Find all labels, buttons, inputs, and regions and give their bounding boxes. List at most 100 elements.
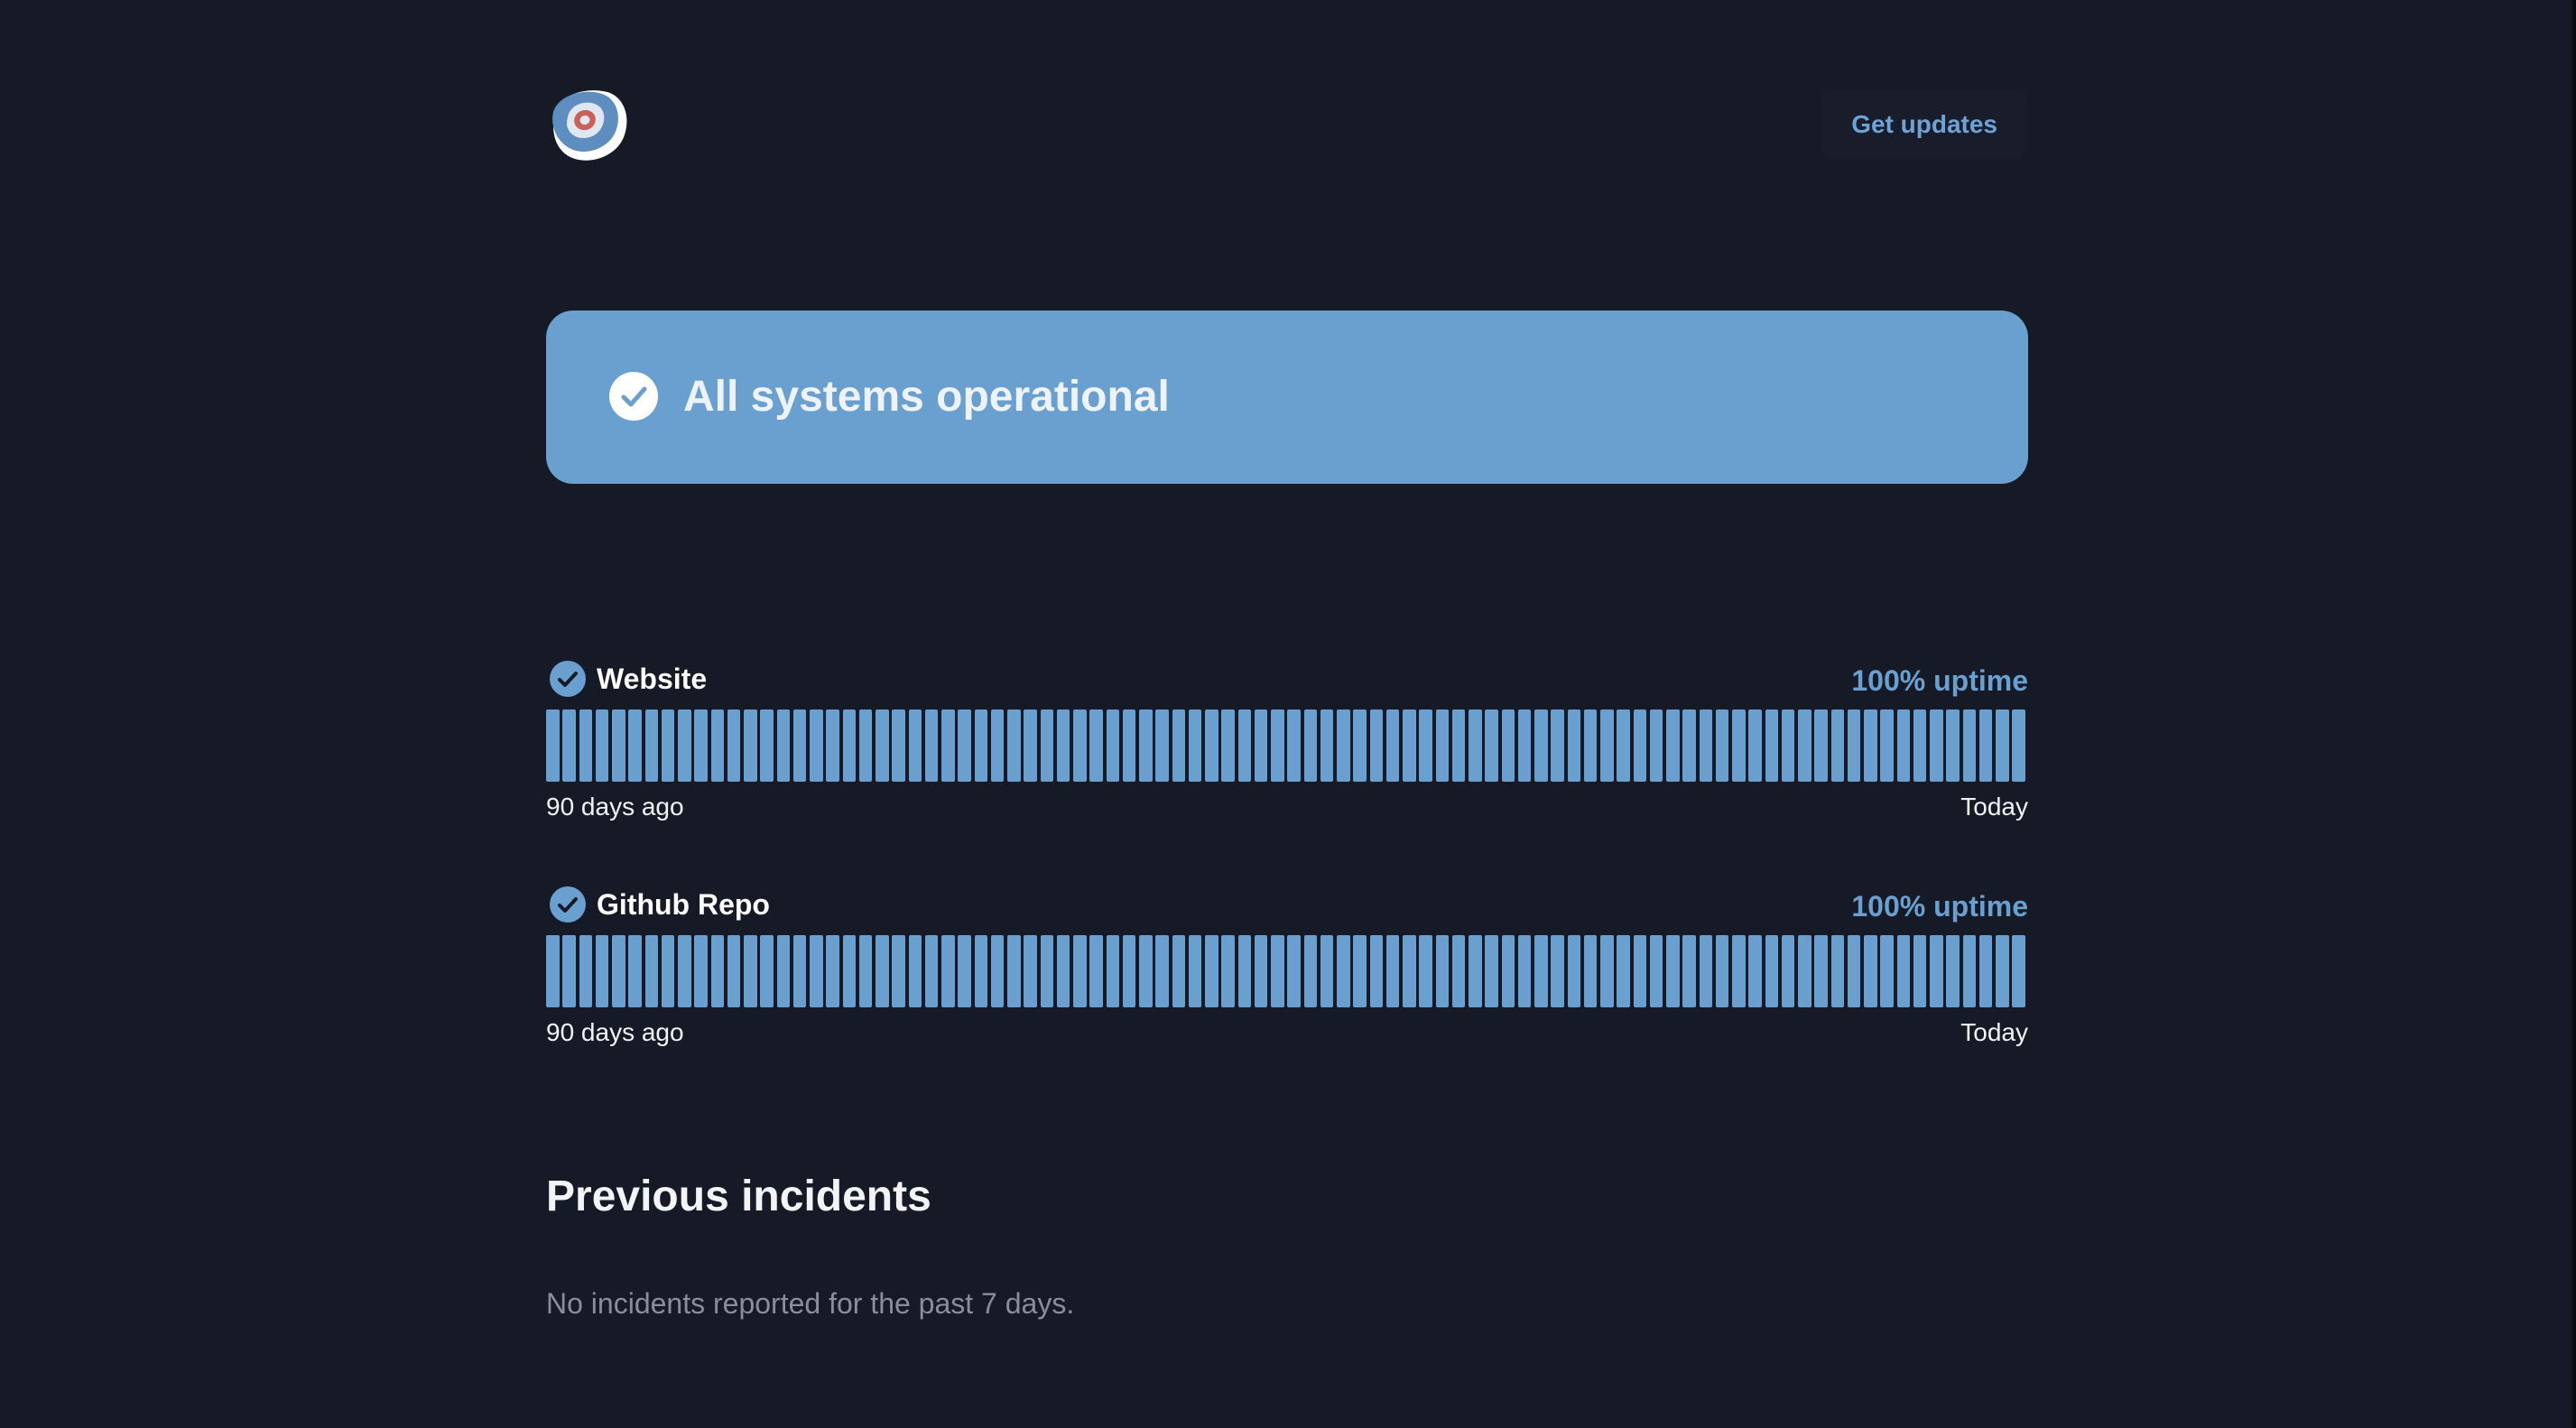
uptime-day-bar[interactable] bbox=[1155, 935, 1169, 1007]
uptime-day-bar[interactable] bbox=[1551, 935, 1564, 1007]
uptime-day-bar[interactable] bbox=[842, 709, 857, 782]
uptime-day-bar[interactable] bbox=[1913, 709, 1927, 782]
uptime-day-bar[interactable] bbox=[1369, 935, 1384, 1007]
uptime-day-bar[interactable] bbox=[727, 709, 741, 782]
uptime-day-bar[interactable] bbox=[1913, 935, 1927, 1007]
uptime-day-bar[interactable] bbox=[1567, 935, 1581, 1007]
uptime-day-bar[interactable] bbox=[595, 709, 609, 782]
uptime-day-bar[interactable] bbox=[546, 709, 560, 782]
uptime-day-bar[interactable] bbox=[546, 935, 560, 1007]
uptime-day-bar[interactable] bbox=[1385, 935, 1400, 1007]
uptime-day-bar[interactable] bbox=[1715, 935, 1729, 1007]
uptime-day-bar[interactable] bbox=[858, 935, 873, 1007]
uptime-day-bar[interactable] bbox=[1830, 935, 1845, 1007]
uptime-day-bar[interactable] bbox=[1320, 709, 1334, 782]
uptime-day-bar[interactable] bbox=[1781, 709, 1795, 782]
uptime-day-bar[interactable] bbox=[1089, 935, 1103, 1007]
uptime-day-bar[interactable] bbox=[1469, 709, 1482, 782]
uptime-day-bar[interactable] bbox=[595, 935, 609, 1007]
uptime-day-bar[interactable] bbox=[958, 935, 971, 1007]
uptime-day-bar[interactable] bbox=[826, 709, 839, 782]
uptime-day-bar[interactable] bbox=[1188, 935, 1202, 1007]
uptime-day-bar[interactable] bbox=[1056, 709, 1070, 782]
uptime-day-bar[interactable] bbox=[1946, 709, 1960, 782]
get-updates-button[interactable]: Get updates bbox=[1821, 90, 2028, 159]
uptime-day-bar[interactable] bbox=[1534, 935, 1548, 1007]
uptime-day-bar[interactable] bbox=[1485, 935, 1498, 1007]
uptime-day-bar[interactable] bbox=[1469, 935, 1482, 1007]
uptime-day-bar[interactable] bbox=[974, 935, 988, 1007]
uptime-day-bar[interactable] bbox=[974, 709, 988, 782]
uptime-day-bar[interactable] bbox=[1534, 709, 1548, 782]
uptime-day-bar[interactable] bbox=[1583, 709, 1598, 782]
uptime-day-bar[interactable] bbox=[2012, 709, 2025, 782]
uptime-day-bar[interactable] bbox=[1369, 709, 1384, 782]
uptime-day-bar[interactable] bbox=[1337, 709, 1350, 782]
uptime-day-bar[interactable] bbox=[776, 935, 791, 1007]
uptime-day-bar[interactable] bbox=[1040, 709, 1054, 782]
uptime-day-bar[interactable] bbox=[924, 935, 939, 1007]
uptime-day-bar[interactable] bbox=[1403, 709, 1416, 782]
uptime-day-bar[interactable] bbox=[941, 935, 955, 1007]
uptime-day-bar[interactable] bbox=[1205, 709, 1219, 782]
uptime-day-bar[interactable] bbox=[1699, 935, 1713, 1007]
uptime-day-bar[interactable] bbox=[1798, 709, 1812, 782]
uptime-day-bar[interactable] bbox=[1732, 935, 1746, 1007]
uptime-day-bar[interactable] bbox=[1699, 709, 1713, 782]
uptime-day-bar[interactable] bbox=[760, 709, 774, 782]
uptime-day-bar[interactable] bbox=[710, 935, 725, 1007]
uptime-day-bar[interactable] bbox=[612, 935, 625, 1007]
uptime-day-bar[interactable] bbox=[1962, 709, 1977, 782]
uptime-day-bar[interactable] bbox=[628, 709, 642, 782]
uptime-day-bar[interactable] bbox=[1221, 709, 1235, 782]
uptime-day-bar[interactable] bbox=[1254, 935, 1268, 1007]
uptime-day-bar[interactable] bbox=[908, 935, 922, 1007]
uptime-day-bar[interactable] bbox=[1320, 935, 1334, 1007]
uptime-day-bar[interactable] bbox=[941, 709, 955, 782]
uptime-day-bar[interactable] bbox=[1617, 935, 1630, 1007]
uptime-day-bar[interactable] bbox=[1996, 935, 2009, 1007]
uptime-day-bar[interactable] bbox=[1847, 935, 1861, 1007]
uptime-day-bar[interactable] bbox=[1303, 935, 1318, 1007]
uptime-day-bar[interactable] bbox=[990, 935, 1005, 1007]
uptime-day-bar[interactable] bbox=[1682, 935, 1696, 1007]
uptime-day-bar[interactable] bbox=[1122, 935, 1136, 1007]
uptime-day-bar[interactable] bbox=[710, 709, 725, 782]
uptime-day-bar[interactable] bbox=[744, 709, 757, 782]
uptime-day-bar[interactable] bbox=[1682, 709, 1696, 782]
uptime-day-bar[interactable] bbox=[1715, 709, 1729, 782]
uptime-day-bar[interactable] bbox=[1451, 935, 1466, 1007]
uptime-day-bar[interactable] bbox=[1633, 935, 1647, 1007]
uptime-day-bar[interactable] bbox=[1485, 709, 1498, 782]
uptime-day-bar[interactable] bbox=[1748, 935, 1762, 1007]
uptime-day-bar[interactable] bbox=[1896, 935, 1911, 1007]
uptime-day-bar[interactable] bbox=[1996, 709, 2009, 782]
uptime-day-bar[interactable] bbox=[1205, 935, 1219, 1007]
uptime-day-bar[interactable] bbox=[958, 709, 971, 782]
uptime-day-bar[interactable] bbox=[1517, 935, 1532, 1007]
uptime-day-bar[interactable] bbox=[1765, 935, 1779, 1007]
logo-icon[interactable] bbox=[546, 87, 629, 164]
uptime-day-bar[interactable] bbox=[1978, 709, 1993, 782]
uptime-day-bar[interactable] bbox=[1040, 935, 1054, 1007]
uptime-day-bar[interactable] bbox=[1254, 709, 1268, 782]
uptime-day-bar[interactable] bbox=[579, 709, 593, 782]
uptime-day-bar[interactable] bbox=[694, 709, 708, 782]
uptime-day-bar[interactable] bbox=[1271, 709, 1284, 782]
uptime-day-bar[interactable] bbox=[1781, 935, 1795, 1007]
uptime-day-bar[interactable] bbox=[892, 935, 905, 1007]
uptime-day-bar[interactable] bbox=[990, 709, 1005, 782]
uptime-day-bar[interactable] bbox=[1551, 709, 1564, 782]
uptime-day-bar[interactable] bbox=[1237, 935, 1252, 1007]
uptime-day-bar[interactable] bbox=[760, 935, 774, 1007]
uptime-day-bar[interactable] bbox=[858, 709, 873, 782]
uptime-day-bar[interactable] bbox=[1073, 935, 1087, 1007]
uptime-day-bar[interactable] bbox=[1139, 709, 1153, 782]
uptime-day-bar[interactable] bbox=[1435, 935, 1450, 1007]
uptime-day-bar[interactable] bbox=[1106, 709, 1120, 782]
uptime-day-bar[interactable] bbox=[2012, 935, 2025, 1007]
uptime-day-bar[interactable] bbox=[1353, 935, 1367, 1007]
uptime-day-bar[interactable] bbox=[1089, 709, 1103, 782]
uptime-day-bar[interactable] bbox=[579, 935, 593, 1007]
uptime-day-bar[interactable] bbox=[1633, 709, 1647, 782]
